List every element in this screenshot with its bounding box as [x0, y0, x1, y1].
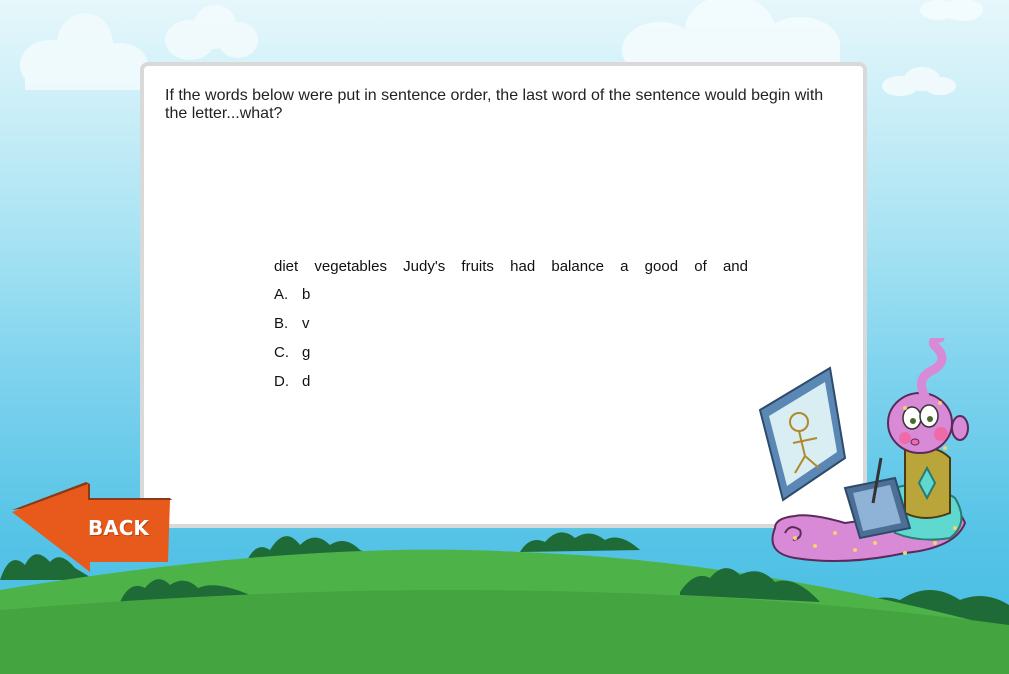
word: vegetables	[314, 258, 387, 275]
option-letter: D.	[274, 373, 289, 390]
answer-option-b[interactable]: B. v	[274, 315, 310, 344]
word: had	[510, 258, 536, 275]
word: good	[644, 258, 679, 275]
cloud	[20, 13, 148, 90]
word: a	[620, 258, 629, 275]
option-letter: B.	[274, 315, 289, 332]
word: fruits	[461, 258, 494, 275]
option-text: g	[302, 344, 311, 361]
cloud	[920, 0, 983, 21]
word: of	[694, 258, 707, 275]
word: and	[722, 258, 748, 275]
cloud	[882, 67, 956, 96]
word: Judy's	[403, 258, 446, 275]
option-letter: A.	[274, 286, 289, 303]
option-text: d	[302, 373, 311, 390]
option-text: b	[302, 286, 311, 303]
octopus-mascot-illustration	[758, 338, 969, 563]
back-label: BACK	[88, 516, 149, 540]
cloud	[165, 5, 258, 60]
word: diet	[274, 258, 299, 275]
back-button[interactable]: BACK	[8, 478, 176, 574]
monitor-icon	[758, 366, 847, 502]
answer-option-a[interactable]: A. b	[274, 286, 310, 315]
answer-options: A. b B. v C. g D. d	[274, 286, 310, 402]
word: balance	[551, 258, 604, 275]
answer-option-c[interactable]: C. g	[274, 344, 310, 373]
word-bank: diet vegetables Judy's fruits had balanc…	[274, 258, 748, 275]
question-prompt: If the words below were put in sentence …	[165, 87, 824, 122]
option-text: v	[302, 315, 310, 332]
cloud	[622, 0, 840, 70]
option-letter: C.	[274, 344, 289, 361]
answer-option-d[interactable]: D. d	[274, 373, 310, 402]
